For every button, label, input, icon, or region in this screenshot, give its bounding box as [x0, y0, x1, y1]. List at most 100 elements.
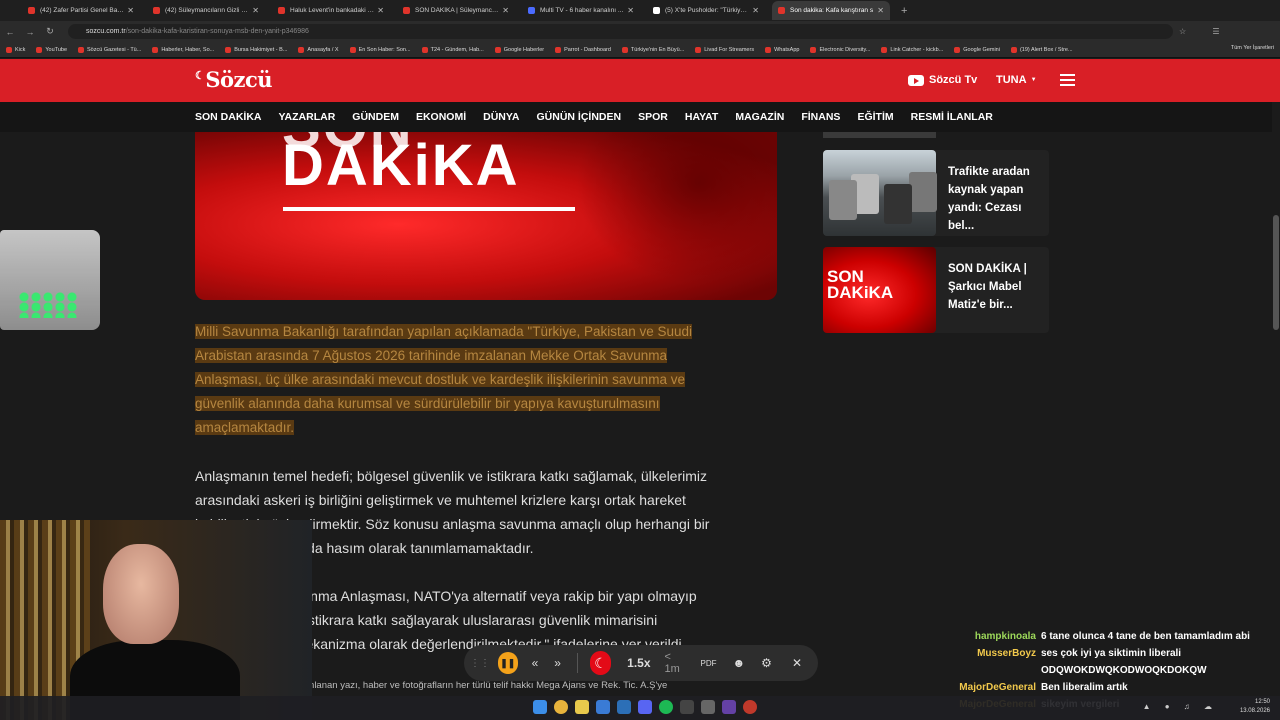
page-scrollbar[interactable]: [1273, 215, 1279, 330]
bookmark-item[interactable]: T24 - Gündem, Hab...: [421, 46, 484, 53]
bookmark-star-icon[interactable]: ☆ ☰: [1179, 27, 1232, 36]
text-line: amaçlamaktadır.: [195, 420, 295, 435]
tab-close-icon[interactable]: ✕: [752, 6, 759, 15]
chat-nick: [948, 662, 1036, 679]
clock[interactable]: 12:50 13.08.2026: [1240, 698, 1270, 716]
nav-item[interactable]: GÜNDEM: [352, 111, 399, 123]
tab-close-icon[interactable]: ✕: [502, 6, 509, 15]
tab-close-icon[interactable]: ✕: [127, 6, 134, 15]
sidebar-card-title: SON DAKİKA | Şarkıcı Mabel Matiz'e bir..…: [948, 263, 1027, 311]
sidebar-card-mabel[interactable]: SON DAKiKA SON DAKİKA | Şarkıcı Mabel Ma…: [823, 247, 1049, 333]
twitch-icon[interactable]: [722, 700, 736, 714]
overlay-glass-widget: [0, 230, 100, 330]
caret-down-icon: ▼: [1030, 77, 1037, 83]
nav-item[interactable]: RESMİ İLANLAR: [911, 111, 993, 123]
divider: [576, 653, 578, 673]
browser-tab[interactable]: (42) Zafer Partisi Genel Başkanı ✕: [22, 1, 140, 20]
sozcu-logo[interactable]: ☾Sözcü: [195, 67, 273, 92]
bookmark-item[interactable]: Bursa Hakimiyet - B...: [225, 46, 287, 53]
bookmark-item[interactable]: Google Gemini: [954, 46, 1000, 53]
app-icon[interactable]: [701, 700, 715, 714]
discord-icon[interactable]: [638, 700, 652, 714]
app-icon[interactable]: [680, 700, 694, 714]
tab-close-icon[interactable]: ✕: [252, 6, 259, 15]
sozcu-tv-link[interactable]: Sözcü Tv: [908, 74, 977, 86]
back-icon[interactable]: ←: [0, 27, 20, 37]
nav-item[interactable]: YAZARLAR: [279, 111, 336, 123]
bookmark-item[interactable]: Google Haberler: [494, 46, 544, 53]
system-tray-icons[interactable]: ▲ ● ♫ ☁: [1143, 702, 1218, 711]
browser-tab[interactable]: (5) X'te Pusholder: "Türkiye, kendi✕: [647, 1, 765, 20]
settings-gear-icon[interactable]: ⚙: [761, 656, 772, 670]
user-menu[interactable]: TUNA ▼: [996, 74, 1037, 86]
bookmark-favicon-icon: [621, 46, 628, 53]
windows-taskbar: ▲ ● ♫ ☁ 12:50 13.08.2026: [0, 696, 1280, 720]
chat-text: Ben liberalim artık: [1041, 682, 1128, 693]
browser-icon[interactable]: [596, 700, 610, 714]
bookmarks-bar: Kick YouTube Sözcü Gazetesi - Tü... Haberle…: [0, 42, 1280, 58]
all-bookmarks[interactable]: Tüm Yer İşaretleri: [1231, 45, 1274, 51]
turkish-flag-icon[interactable]: ☾: [589, 651, 612, 675]
reload-icon[interactable]: ↻: [40, 26, 60, 37]
windows-start-icon[interactable]: [533, 700, 547, 714]
bookmark-item[interactable]: Link Catcher - kickb...: [881, 46, 943, 53]
bookmark-item[interactable]: Livad For Streamers: [695, 46, 754, 53]
bookmark-favicon-icon: [6, 46, 12, 53]
hero-text: DAKiKA: [282, 133, 520, 198]
nav-item[interactable]: HAYAT: [685, 111, 718, 123]
bookmark-favicon-icon: [36, 46, 43, 53]
bookmark-item[interactable]: Haberler, Haber, So...: [152, 46, 214, 53]
bookmark-favicon-icon: [810, 46, 817, 53]
bookmark-item[interactable]: YouTube: [36, 46, 67, 53]
url-path: /son-dakika-kafa-karistiran-sonuya-msb-d…: [125, 28, 309, 35]
chat-nick: hampkinoala: [974, 631, 1036, 642]
browser-tab[interactable]: Haluk Levent'in bankadaki kasası✕: [272, 1, 390, 20]
bookmark-item[interactable]: Anasayfa / X: [298, 46, 339, 53]
nav-item[interactable]: EĞİTİM: [857, 111, 893, 123]
new-tab-icon[interactable]: +: [901, 5, 907, 17]
speed-button[interactable]: 1.5x: [627, 656, 650, 670]
text-line: Arabistan arasında 7 Ağustos 2026 tarihi…: [195, 348, 668, 363]
nav-item[interactable]: SPOR: [638, 111, 668, 123]
tab-close-icon[interactable]: ✕: [627, 6, 634, 15]
app-icon[interactable]: [743, 700, 757, 714]
bookmark-item[interactable]: Parrot - Dashboard: [555, 46, 611, 53]
rewind-icon[interactable]: «: [532, 656, 539, 670]
url-field[interactable]: sozcu.com.tr/son-dakika-kafa-karistiran-…: [68, 24, 1173, 39]
address-bar-row: ← → ↻ sozcu.com.tr/son-dakika-kafa-karis…: [0, 21, 1280, 42]
nav-item[interactable]: EKONOMİ: [416, 111, 466, 123]
steam-icon[interactable]: [617, 700, 631, 714]
tab-close-icon[interactable]: ✕: [377, 6, 384, 15]
drag-handle-icon[interactable]: ⋮⋮: [470, 658, 490, 669]
chrome-icon[interactable]: [554, 700, 568, 714]
browser-tab[interactable]: SON DAKİKA | Süleymancılara T...✕: [397, 1, 515, 20]
bookmark-item[interactable]: Sözcü Gazetesi - Tü...: [78, 46, 141, 53]
tab-close-icon[interactable]: ✕: [877, 6, 884, 15]
nav-item[interactable]: GÜNÜN İÇİNDEN: [537, 111, 622, 123]
bookmark-item[interactable]: En Son Haber: Son...: [349, 46, 411, 53]
hamburger-menu-icon[interactable]: [1060, 74, 1075, 89]
spotify-icon[interactable]: [659, 700, 673, 714]
pdf-icon[interactable]: PDF: [701, 659, 717, 668]
browser-tab[interactable]: Multi TV - 6 haber kanalını ... ✕: [522, 1, 640, 20]
file-explorer-icon[interactable]: [575, 700, 589, 714]
fast-forward-icon[interactable]: »: [554, 656, 561, 670]
nav-item[interactable]: SON DAKİKA: [195, 111, 262, 123]
hero-image: SON DAKiKA: [195, 132, 777, 300]
nav-item[interactable]: MAGAZİN: [735, 111, 784, 123]
nav-item[interactable]: DÜNYA: [483, 111, 519, 123]
nav-item[interactable]: FİNANS: [801, 111, 840, 123]
bookmark-item[interactable]: Electronic Diversity...: [810, 46, 870, 53]
browser-tab[interactable]: (42) Süleymancıların Gizli Dosyası✕: [147, 1, 265, 20]
close-icon[interactable]: ✕: [792, 656, 802, 670]
bookmark-item[interactable]: Türkiye'nin En Büyü...: [621, 46, 684, 53]
bookmark-item[interactable]: (19) Alert Box / Stre...: [1010, 46, 1073, 53]
browser-tab[interactable]: Son dakika: Kafa karıştıran s ✕: [772, 1, 890, 20]
logo-text: Sözcü: [205, 67, 273, 92]
forward-icon[interactable]: →: [20, 27, 40, 37]
sidebar-card-traffic[interactable]: Trafikte aradan kaynak yapan yandı: Ceza…: [823, 150, 1049, 236]
user-icon[interactable]: ☻: [733, 656, 746, 670]
pause-button[interactable]: ❚❚: [498, 652, 518, 674]
bookmark-item[interactable]: WhatsApp: [765, 46, 799, 53]
bookmark-item[interactable]: Kick: [6, 46, 25, 53]
